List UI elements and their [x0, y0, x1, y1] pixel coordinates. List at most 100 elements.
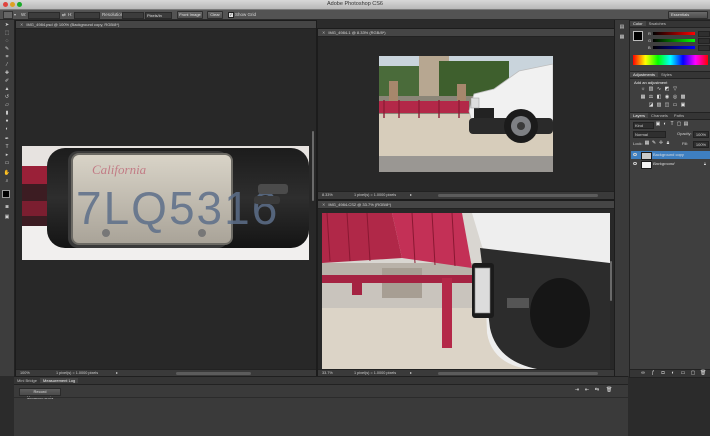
threshold-icon[interactable]: ◫ [664, 103, 670, 108]
gradient-map-icon[interactable]: ▭ [672, 103, 678, 108]
filter-adjustment-icon[interactable]: ◐ [662, 122, 668, 127]
crop-tool-icon[interactable]: ⌗ [3, 54, 11, 60]
width-field[interactable] [28, 12, 60, 19]
opacity-field[interactable]: 100% [693, 131, 709, 138]
layer-row-background[interactable]: Background 🔒︎ [631, 160, 710, 169]
close-tab-icon[interactable]: ✕ [322, 30, 325, 35]
vertical-scrollbar[interactable] [610, 261, 612, 301]
clear-button[interactable]: Clear [207, 11, 223, 19]
quick-mask-icon[interactable]: ◙ [3, 204, 11, 210]
document-tab-3[interactable]: ✕ IMG_4984-CS2 @ 33.7% (RGB/8*) [318, 201, 614, 209]
green-value-field[interactable] [698, 38, 710, 44]
clone-stamp-tool-icon[interactable]: ▲ [3, 86, 11, 92]
eyedropper-tool-icon[interactable]: ⁄ [3, 62, 11, 68]
front-image-button[interactable]: Front Image [177, 11, 203, 19]
units-select[interactable]: Pixels/in [145, 12, 172, 19]
record-measurements-button[interactable]: Record Measurements [19, 388, 61, 400]
foreground-color-swatch[interactable] [633, 31, 643, 41]
hand-tool-icon[interactable]: ✋ [3, 170, 11, 176]
horizontal-scrollbar[interactable] [438, 194, 598, 197]
tab-swatches[interactable]: Swatches [646, 21, 669, 26]
visibility-eye-icon[interactable] [633, 162, 637, 165]
lock-transparency-icon[interactable]: ▦ [644, 141, 650, 146]
hue-saturation-icon[interactable]: ▦ [640, 95, 646, 100]
layer-style-icon[interactable]: ƒ [650, 371, 656, 376]
color-lookup-icon[interactable]: ▩ [680, 95, 686, 100]
filter-shape-icon[interactable]: ▢ [676, 122, 682, 127]
exposure-icon[interactable]: ◩ [664, 87, 670, 92]
layer-filter-kind-select[interactable]: Kind [633, 122, 654, 129]
visibility-eye-icon[interactable] [633, 153, 637, 156]
tab-mini-bridge[interactable]: Mini Bridge [14, 378, 40, 383]
document-window-1[interactable]: ✕ IMG_4984.psd @ 100% (Background copy, R… [15, 20, 317, 378]
filter-type-icon[interactable]: T [669, 122, 675, 127]
chevron-down-icon[interactable]: ▾ [14, 12, 18, 17]
tab-paths[interactable]: Paths [671, 113, 687, 118]
blur-tool-icon[interactable]: ● [3, 118, 11, 124]
gradient-tool-icon[interactable]: ▮ [3, 110, 11, 116]
lasso-tool-icon[interactable]: ◌ [3, 38, 11, 44]
brush-tool-icon[interactable]: ✐ [3, 78, 11, 84]
tab-adjustments[interactable]: Adjustments [630, 72, 659, 77]
filter-smart-object-icon[interactable]: ▤ [683, 122, 689, 127]
rectangle-tool-icon[interactable]: ▭ [3, 160, 11, 166]
path-selection-tool-icon[interactable]: ▸ [3, 152, 11, 158]
screen-mode-icon[interactable]: ▣ [3, 214, 11, 220]
tab-measurement-log[interactable]: Measurement Log [40, 378, 79, 383]
height-field[interactable] [74, 12, 100, 19]
move-tool-icon[interactable]: ➤ [3, 22, 11, 28]
properties-panel-icon[interactable]: ▦ [618, 34, 626, 40]
tab-styles[interactable]: Styles [658, 72, 675, 77]
horizontal-scrollbar[interactable] [438, 372, 598, 375]
posterize-icon[interactable]: ▨ [656, 103, 662, 108]
new-group-icon[interactable]: ▭ [680, 371, 686, 376]
close-tab-icon[interactable]: ✕ [20, 22, 23, 27]
color-balance-icon[interactable]: ⚖ [648, 95, 654, 100]
filter-pixel-icon[interactable]: ▣ [655, 122, 661, 127]
horizontal-scrollbar[interactable] [176, 372, 251, 375]
channel-mixer-icon[interactable]: ◎ [672, 95, 678, 100]
zoom-tool-icon[interactable]: ⌕ [3, 178, 11, 184]
lock-position-icon[interactable]: ✛ [658, 141, 664, 146]
curves-icon[interactable]: ∿ [656, 87, 662, 92]
fill-field[interactable]: 100% [693, 141, 709, 148]
tab-channels[interactable]: Channels [648, 113, 671, 118]
marquee-tool-icon[interactable]: ⬚ [3, 30, 11, 36]
dodge-tool-icon[interactable]: ◐ [3, 126, 11, 132]
crop-tool-preset-icon[interactable] [3, 11, 13, 19]
new-adjustment-layer-icon[interactable]: ◐ [670, 371, 676, 376]
blue-slider[interactable] [653, 46, 695, 49]
vibrance-icon[interactable]: ▽ [672, 87, 678, 92]
add-mask-icon[interactable]: ◘ [660, 371, 666, 376]
tab-color[interactable]: Color [630, 21, 646, 26]
brightness-icon[interactable]: ☼ [640, 87, 646, 92]
quick-select-tool-icon[interactable]: ✎ [3, 46, 11, 52]
red-slider[interactable] [653, 32, 695, 35]
blue-value-field[interactable] [698, 45, 710, 51]
history-brush-tool-icon[interactable]: ↺ [3, 94, 11, 100]
trash-icon[interactable]: 🗑︎ [700, 371, 706, 376]
levels-icon[interactable]: ▥ [648, 87, 654, 92]
document-tab-1[interactable]: ✕ IMG_4984.psd @ 100% (Background copy, R… [16, 21, 316, 29]
black-white-icon[interactable]: ◧ [656, 95, 662, 100]
tab-layers[interactable]: Layers [630, 113, 649, 118]
show-grid-checkbox[interactable]: ✓ [228, 12, 234, 18]
document-window-2[interactable]: ✕ IMG_4984-1 @ 8.33% (RGB/8*) 8.33% 1 pix… [317, 28, 615, 200]
healing-brush-tool-icon[interactable]: ✚ [3, 70, 11, 76]
foreground-color-swatch[interactable] [2, 190, 10, 198]
red-value-field[interactable] [698, 31, 710, 37]
new-layer-icon[interactable]: ▢ [690, 371, 696, 376]
deselect-icon[interactable]: ⇆ [594, 388, 600, 393]
eraser-tool-icon[interactable]: ▱ [3, 102, 11, 108]
history-panel-icon[interactable]: ▤ [618, 24, 626, 30]
document-window-3[interactable]: ✕ IMG_4984-CS2 @ 33.7% (RGB/8*) 33.7% 1 p… [317, 200, 615, 378]
blend-mode-select[interactable]: Normal [633, 131, 666, 138]
swap-icon[interactable]: ⇄ [62, 12, 66, 18]
color-spectrum-ramp[interactable] [633, 55, 708, 65]
green-slider[interactable] [653, 39, 695, 42]
resolution-field[interactable] [122, 12, 144, 19]
document-tab-2[interactable]: ✕ IMG_4984-1 @ 8.33% (RGB/8*) [318, 29, 614, 37]
delete-measurement-icon[interactable]: 🗑︎ [606, 388, 612, 393]
photo-filter-icon[interactable]: ◉ [664, 95, 670, 100]
select-all-icon[interactable]: ⇤ [584, 388, 590, 393]
